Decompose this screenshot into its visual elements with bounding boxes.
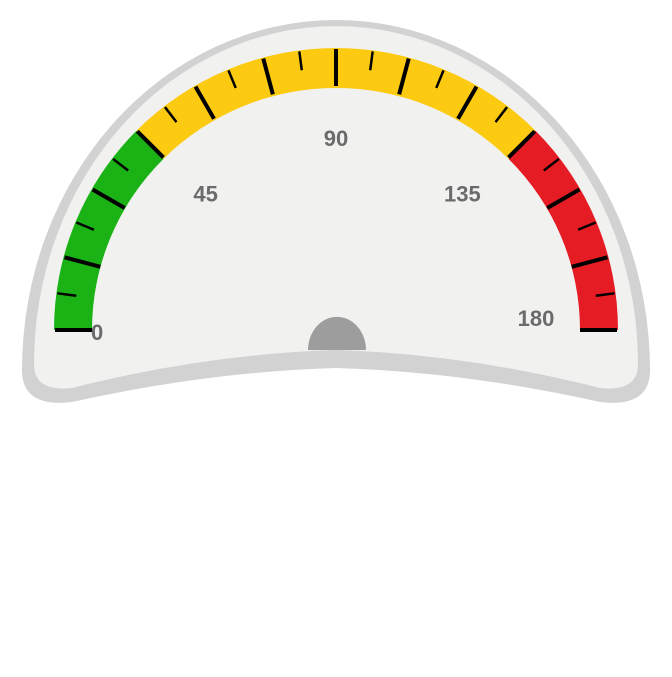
tick-label-0: 0: [91, 320, 103, 345]
gauge: 0 45 90 135 180: [0, 0, 672, 672]
tick-label-135: 135: [444, 181, 481, 206]
gauge-svg: 0 45 90 135 180: [22, 20, 650, 403]
tick-label-45: 45: [193, 181, 217, 206]
tick-label-90: 90: [324, 126, 348, 151]
tick-label-180: 180: [518, 306, 555, 331]
